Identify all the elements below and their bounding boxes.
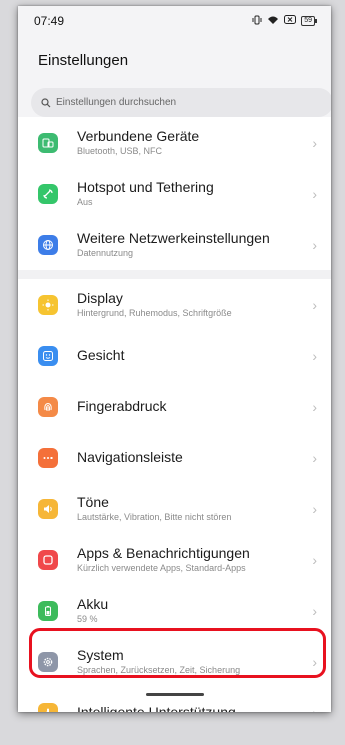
battery-icon: [38, 600, 58, 621]
chevron-right-icon: ›: [312, 602, 317, 619]
chevron-right-icon: ›: [312, 134, 317, 151]
connected-devices-icon: [38, 132, 58, 153]
battery-status-icon: 59: [301, 16, 317, 26]
face-icon: [38, 345, 58, 366]
settings-item-subtitle: Aus: [77, 197, 93, 207]
settings-item-label: Töne: [77, 494, 109, 510]
settings-item-apps-benachrichtigungen[interactable]: Apps & Benachrichtigungen Kürzlich verwen…: [18, 534, 331, 585]
group-divider: [18, 270, 331, 279]
settings-item-label: Weitere Netzwerkeinstellungen: [77, 230, 270, 246]
settings-item-subtitle: Lautstärke, Vibration, Bitte nicht störe…: [77, 512, 232, 522]
settings-item-text: Apps & Benachrichtigungen Kürzlich verwen…: [77, 534, 301, 585]
settings-item-subtitle: Datennutzung: [77, 248, 134, 258]
chevron-right-icon: ›: [312, 449, 317, 466]
settings-item-label: Akku: [77, 596, 109, 612]
search-input[interactable]: Einstellungen durchsuchen: [31, 88, 331, 117]
chevron-right-icon: ›: [312, 236, 317, 253]
settings-item-label: Navigationsleiste: [77, 449, 183, 465]
home-indicator[interactable]: [146, 693, 204, 696]
highlight-box-system: [29, 628, 326, 678]
settings-item-text: Weitere Netzwerkeinstellungen Datennutzun…: [77, 219, 301, 270]
page-title: Einstellungen: [38, 52, 129, 69]
settings-item-text: Verbundene Geräte Bluetooth, USB, NFC: [77, 117, 301, 168]
fingerprint-icon: [38, 396, 58, 417]
settings-item-text: Töne Lautstärke, Vibration, Bitte nicht s…: [77, 483, 301, 534]
apps-icon: [38, 549, 58, 570]
settings-item-label: Hotspot und Tethering: [77, 179, 214, 195]
settings-item-label: Fingerabdruck: [77, 398, 167, 414]
status-icons: 59: [252, 15, 317, 28]
chevron-right-icon: ›: [312, 347, 317, 364]
hotspot-icon: [38, 183, 58, 204]
network-globe-icon: [38, 234, 58, 255]
settings-item-display[interactable]: Display Hintergrund, Ruhemodus, Schriftgr…: [18, 279, 331, 330]
chevron-right-icon: ›: [312, 398, 317, 415]
sim-missing-icon: [284, 15, 297, 27]
settings-item-text: Display Hintergrund, Ruhemodus, Schriftgr…: [77, 279, 301, 330]
settings-item-subtitle: Hintergrund, Ruhemodus, Schriftgröße: [77, 308, 232, 318]
settings-item-text: Hotspot und Tethering Aus: [77, 168, 301, 219]
chevron-right-icon: ›: [312, 551, 317, 568]
sound-icon: [38, 498, 58, 519]
settings-item-label: Apps & Benachrichtigungen: [77, 545, 250, 561]
settings-item-gesicht[interactable]: Gesicht ›: [18, 330, 331, 381]
settings-item-subtitle: Bluetooth, USB, NFC: [77, 146, 163, 156]
chevron-right-icon: ›: [312, 500, 317, 517]
chevron-right-icon: ›: [312, 185, 317, 202]
vibrate-icon: [252, 15, 262, 28]
settings-item-text: Navigationsleiste: [77, 432, 301, 483]
settings-item-hotspot-und-tethering[interactable]: Hotspot und Tethering Aus ›: [18, 168, 331, 219]
chevron-right-icon: ›: [312, 296, 317, 313]
search-icon: [41, 97, 51, 107]
settings-item-fingerabdruck[interactable]: Fingerabdruck ›: [18, 381, 331, 432]
wifi-icon: [267, 15, 279, 28]
search-placeholder: Einstellungen durchsuchen: [56, 97, 177, 108]
settings-item-töne[interactable]: Töne Lautstärke, Vibration, Bitte nicht s…: [18, 483, 331, 534]
settings-item-navigationsleiste[interactable]: Navigationsleiste ›: [18, 432, 331, 483]
phone-screen: 07:49 59 Einstellungen Einstellungen dur…: [18, 6, 331, 712]
settings-item-text: Fingerabdruck: [77, 381, 301, 432]
settings-item-label: Display: [77, 290, 123, 306]
settings-item-label: Gesicht: [77, 347, 125, 363]
status-bar: 07:49 59: [18, 6, 331, 36]
settings-item-subtitle: 59 %: [77, 614, 98, 624]
settings-group: Verbundene Geräte Bluetooth, USB, NFC › Hot…: [18, 117, 331, 270]
sun-icon: [38, 294, 58, 315]
chevron-right-icon: ›: [312, 705, 317, 713]
settings-item-verbundene-geräte[interactable]: Verbundene Geräte Bluetooth, USB, NFC ›: [18, 117, 331, 168]
status-time: 07:49: [34, 14, 65, 28]
settings-item-text: Gesicht: [77, 330, 301, 381]
settings-item-label: Intelligente Unterstützung: [77, 704, 236, 712]
settings-item-subtitle: Kürzlich verwendete Apps, Standard-Apps: [77, 563, 246, 573]
settings-item-text: Intelligente Unterstützung: [77, 687, 301, 712]
settings-list: Verbundene Geräte Bluetooth, USB, NFC › Hot…: [18, 117, 331, 712]
settings-item-label: Verbundene Geräte: [77, 128, 200, 144]
smart-assist-icon: [38, 702, 58, 712]
navigation-bar-icon: [38, 447, 58, 468]
settings-item-intelligente-unterstützung[interactable]: Intelligente Unterstützung ›: [18, 687, 331, 712]
settings-item-weitere-netzwerkeinstellungen[interactable]: Weitere Netzwerkeinstellungen Datennutzun…: [18, 219, 331, 270]
